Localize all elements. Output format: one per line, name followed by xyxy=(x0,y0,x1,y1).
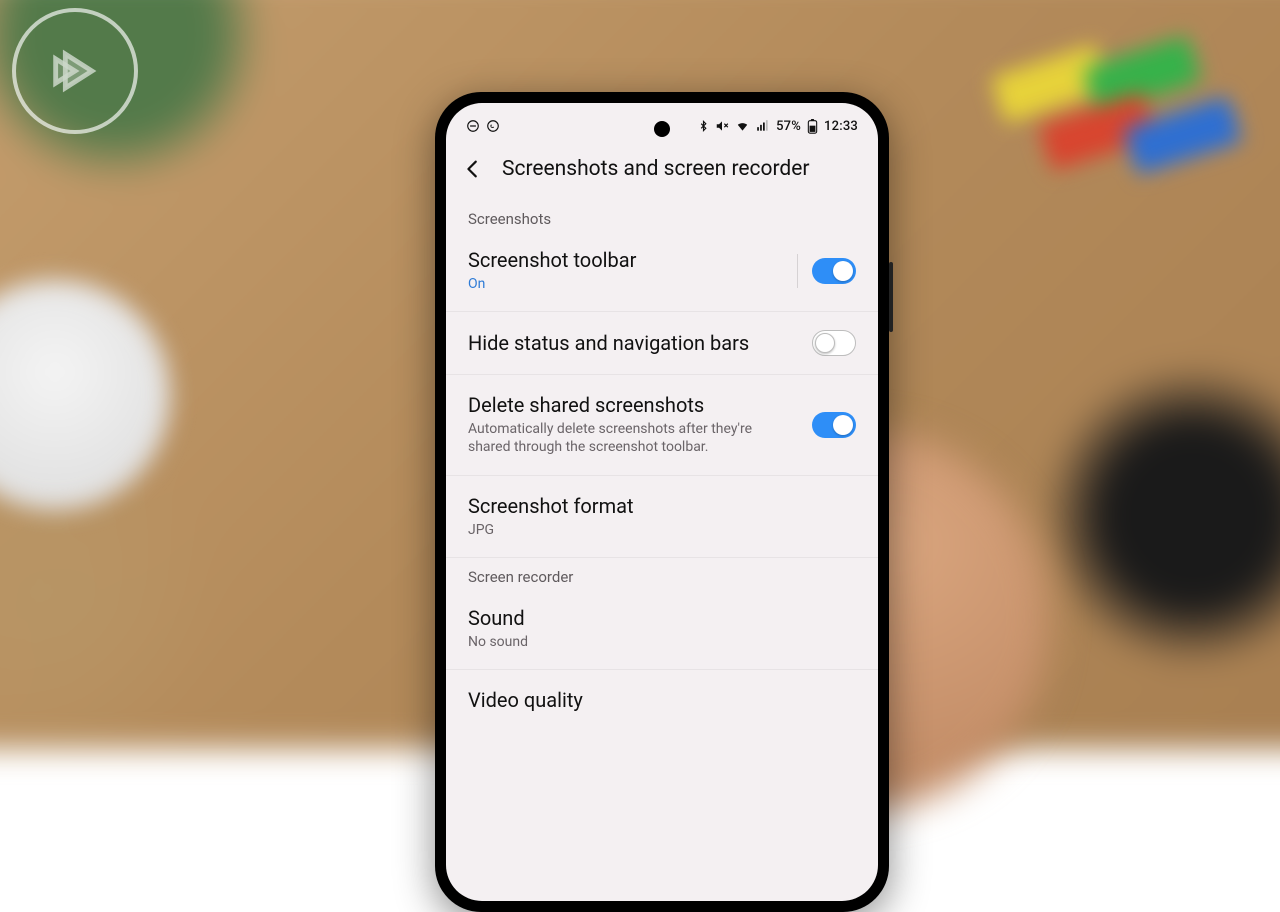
row-label: Screenshot format xyxy=(468,494,840,518)
row-sublabel: On xyxy=(468,275,781,293)
row-screenshot-format[interactable]: Screenshot format JPG xyxy=(446,476,878,558)
row-label: Screenshot toolbar xyxy=(468,248,781,272)
toggle-delete-shared[interactable] xyxy=(812,412,856,438)
row-label: Video quality xyxy=(468,688,840,712)
row-video-quality[interactable]: Video quality xyxy=(446,670,878,730)
app-bar: Screenshots and screen recorder xyxy=(446,140,878,200)
row-screenshot-toolbar[interactable]: Screenshot toolbar On xyxy=(446,230,878,312)
row-label: Hide status and navigation bars xyxy=(468,331,796,355)
chevron-left-icon xyxy=(462,158,484,180)
row-label: Sound xyxy=(468,606,840,630)
row-delete-shared[interactable]: Delete shared screenshots Automatically … xyxy=(446,375,878,475)
battery-percent: 57% xyxy=(776,119,801,134)
punch-hole-camera xyxy=(654,121,670,137)
dnd-icon xyxy=(466,119,480,133)
phone-frame: 57% 12:33 Screenshots and screen recorde… xyxy=(435,92,889,912)
page-title: Screenshots and screen recorder xyxy=(502,157,810,181)
row-sound[interactable]: Sound No sound xyxy=(446,588,878,670)
row-sublabel: JPG xyxy=(468,521,840,539)
wifi-icon xyxy=(735,119,750,133)
vertical-divider xyxy=(797,254,798,288)
clock: 12:33 xyxy=(824,119,858,134)
battery-icon xyxy=(807,119,818,134)
back-button[interactable] xyxy=(460,156,486,182)
row-label: Delete shared screenshots xyxy=(468,393,796,417)
signal-icon xyxy=(756,119,770,133)
toggle-hide-bars[interactable] xyxy=(812,330,856,356)
row-hide-bars[interactable]: Hide status and navigation bars xyxy=(446,312,878,375)
section-label-screenshots: Screenshots xyxy=(446,200,878,230)
toggle-screenshot-toolbar[interactable] xyxy=(812,258,856,284)
mute-icon xyxy=(715,119,729,133)
whatsapp-icon xyxy=(486,119,500,133)
row-sublabel: Automatically delete screenshots after t… xyxy=(468,420,796,456)
section-label-recorder: Screen recorder xyxy=(446,558,878,588)
channel-watermark xyxy=(12,8,138,134)
row-sublabel: No sound xyxy=(468,633,840,651)
bluetooth-icon xyxy=(698,119,709,133)
phone-screen: 57% 12:33 Screenshots and screen recorde… xyxy=(446,103,878,901)
